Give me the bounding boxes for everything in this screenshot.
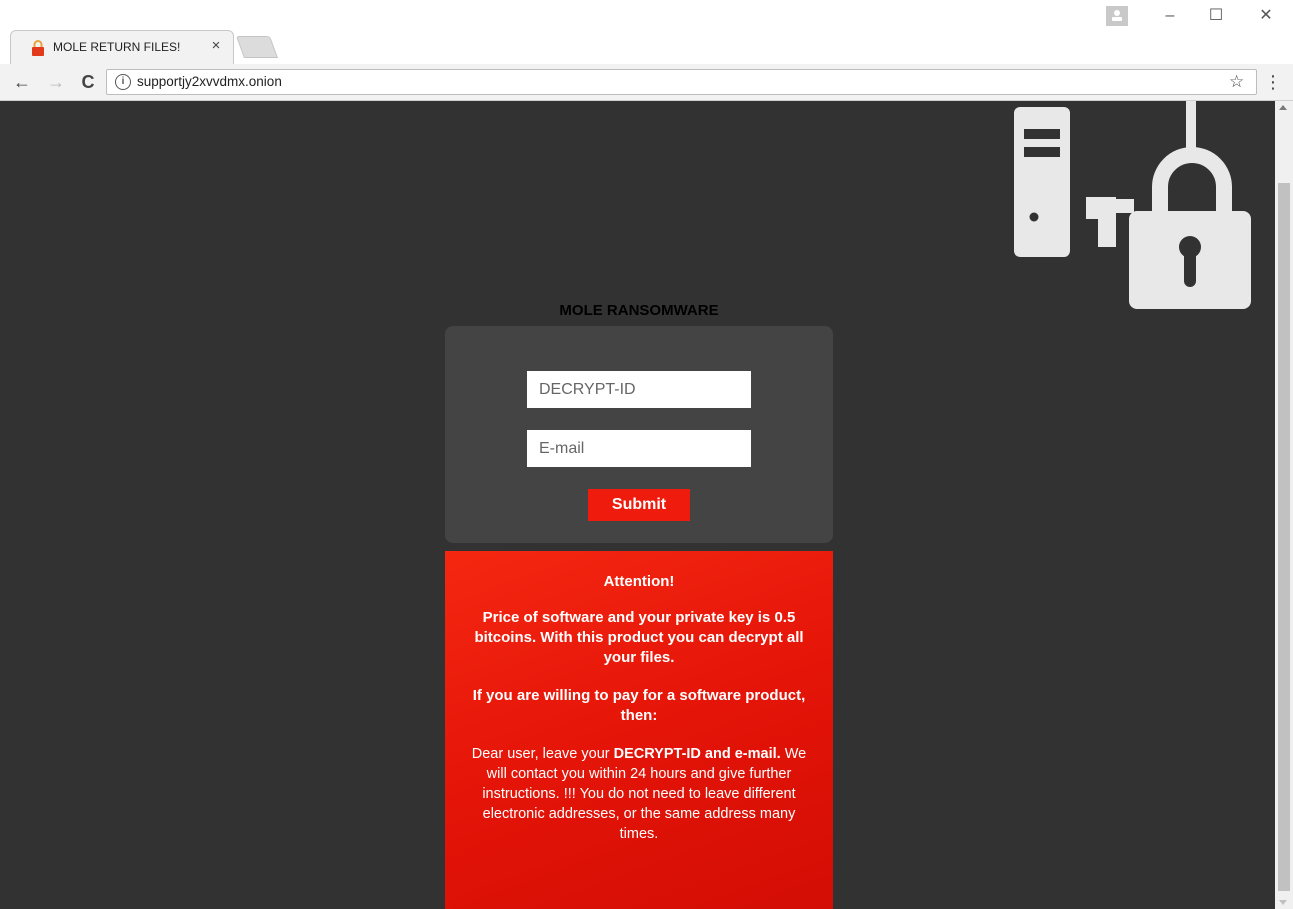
minimize-button[interactable]: – [1148,4,1192,28]
scroll-thumb[interactable] [1278,183,1290,891]
email-input[interactable] [527,430,751,467]
star-icon[interactable]: ☆ [1229,72,1244,92]
decrypt-form: Submit [445,326,833,543]
browser-chrome: MOLE RETURN FILES! × – ☐ ✕ ← → C i suppo… [0,0,1293,101]
notice-willing-text: If you are willing to pay for a software… [472,687,806,724]
submit-button[interactable]: Submit [588,489,690,521]
tab-strip: MOLE RETURN FILES! × – ☐ ✕ [0,0,1293,64]
notice-heading: Attention! [603,573,675,590]
lock-icon [32,40,44,56]
profile-icon[interactable] [1106,6,1128,26]
tab-mole-return-files[interactable]: MOLE RETURN FILES! × [10,30,234,64]
page-viewport: MOLE RANSOMWARE Submit Attention! Price … [0,101,1275,909]
notice-body-bold: DECRYPT-ID and e-mail. [613,746,781,762]
url-text[interactable]: supportjy2xvvdmx.onion [137,74,282,89]
forward-arrow-icon[interactable]: → [44,70,68,94]
decrypt-id-input[interactable] [527,371,751,408]
tab-close-icon[interactable]: × [208,37,224,54]
info-icon[interactable]: i [115,74,131,90]
server-padlock-icon [1014,101,1251,309]
notice-price-text: Price of software and your private key i… [474,609,804,666]
address-bar[interactable]: i supportjy2xvvdmx.onion ☆ [106,69,1257,95]
new-tab-button[interactable] [235,36,279,58]
attention-notice: Attention! Price of software and your pr… [445,551,833,909]
page-title: MOLE RANSOMWARE [559,302,719,319]
back-arrow-icon[interactable]: ← [10,70,34,94]
scroll-down-arrow-icon[interactable] [1279,900,1287,905]
scroll-up-arrow-icon[interactable] [1279,105,1287,110]
tab-title: MOLE RETURN FILES! [53,40,181,54]
notice-body-intro: Dear user, leave your [471,746,614,762]
browser-toolbar: ← → C i supportjy2xvvdmx.onion ☆ ⋮ [0,64,1293,100]
vertical-scrollbar[interactable] [1275,101,1293,909]
notice-body-text: Dear user, leave your DECRYPT-ID and e-m… [471,744,807,844]
close-window-button[interactable]: ✕ [1244,4,1288,28]
maximize-button[interactable]: ☐ [1194,4,1238,28]
menu-icon[interactable]: ⋮ [1264,70,1282,94]
reload-icon[interactable]: C [76,70,100,94]
